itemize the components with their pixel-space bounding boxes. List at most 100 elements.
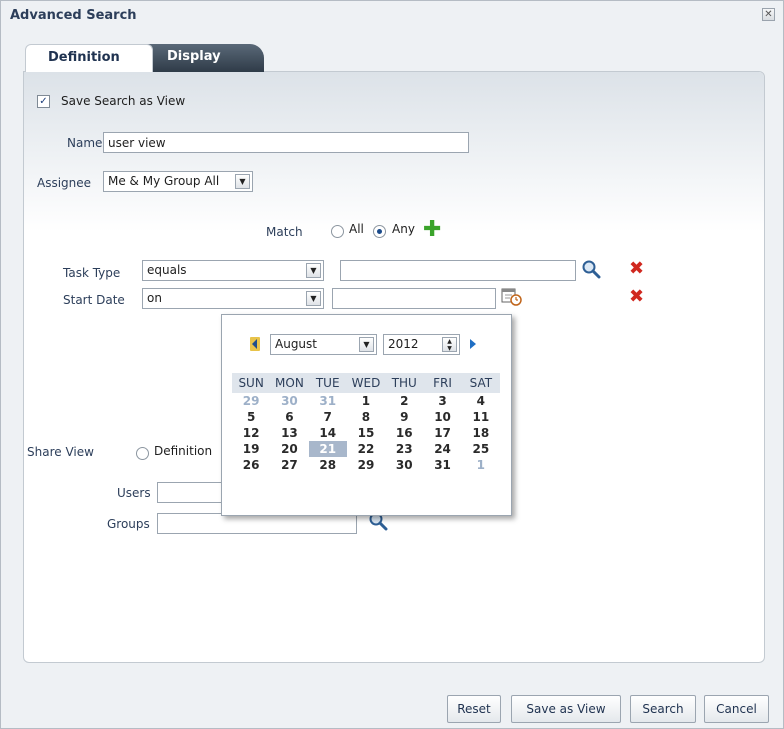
calendar-day[interactable]: 5 [232,409,270,425]
calendar-day[interactable]: 2 [385,393,423,409]
groups-input[interactable] [157,513,357,534]
match-all-radio[interactable] [331,225,344,238]
remove-condition-icon[interactable]: ✖ [629,260,644,278]
match-all-label: All [349,222,364,236]
calendar-day[interactable]: 19 [232,441,270,457]
search-button[interactable]: Search [630,695,696,723]
share-definition-radio[interactable] [136,447,149,460]
name-input[interactable] [103,132,469,153]
calendar-day[interactable]: 9 [385,409,423,425]
calendar-week-row: 26 27 28 29 30 31 1 [232,457,500,473]
calendar-day[interactable]: 1 [462,457,500,473]
calendar-day[interactable]: 12 [232,425,270,441]
dialog-title: Advanced Search [10,8,137,23]
date-picker-header: August ▼ 2012 ▲ ▼ [232,334,502,356]
calendar-day-selected[interactable]: 21 [308,441,347,457]
calendar-day[interactable]: 8 [347,409,385,425]
groups-label: Groups [107,517,150,531]
assignee-label: Assignee [37,176,92,190]
calendar-day[interactable]: 10 [423,409,461,425]
calendar-day[interactable]: 23 [385,441,423,457]
calendar-day[interactable]: 29 [347,457,385,473]
weekday-header: SAT [461,373,500,393]
calendar-day[interactable]: 31 [423,457,461,473]
start-date-operator-select[interactable]: on ▼ [142,288,324,309]
users-label: Users [117,486,151,500]
condition-field-label: Task Type [63,266,121,280]
calendar-day[interactable]: 28 [309,457,347,473]
search-icon[interactable] [581,259,601,282]
save-as-view-button[interactable]: Save as View [511,695,621,723]
year-value: 2012 [388,337,419,351]
weekday-header: THU [385,373,424,393]
calendar-day[interactable]: 4 [462,393,500,409]
assignee-value: Me & My Group All [108,174,220,188]
calendar-icon[interactable] [501,287,523,310]
chevron-down-icon: ▼ [306,263,321,278]
start-date-operator-value: on [147,291,162,305]
weekday-row: SUN MON TUE WED THU FRI SAT [232,373,500,393]
calendar-week-row: 5 6 7 8 9 10 11 [232,409,500,425]
calendar-day[interactable]: 24 [423,441,461,457]
start-date-value-input[interactable] [332,288,496,309]
calendar-day[interactable]: 26 [232,457,270,473]
weekday-header: MON [270,373,309,393]
match-any-label: Any [392,222,415,236]
year-spinner[interactable]: 2012 ▲ ▼ [383,334,460,355]
tab-definition[interactable]: Definition [25,44,153,72]
calendar-day[interactable]: 15 [347,425,385,441]
name-label: Name [67,136,103,150]
calendar-day[interactable]: 7 [309,409,347,425]
weekday-header: FRI [423,373,462,393]
save-as-view-checkbox[interactable]: ✓ [37,95,50,108]
calendar-day[interactable]: 30 [385,457,423,473]
next-month-icon[interactable] [468,337,478,354]
calendar-day[interactable]: 31 [309,393,347,409]
add-condition-icon[interactable]: ✚ [423,219,441,241]
chevron-down-icon: ▼ [359,337,374,352]
calendar-day[interactable]: 11 [462,409,500,425]
weekday-header: WED [346,373,386,393]
task-type-value-input[interactable] [340,260,576,281]
calendar-day[interactable]: 6 [270,409,308,425]
calendar-week-row: 19 20 21 22 23 24 25 [232,441,500,457]
condition-field-label: Start Date [63,293,125,307]
remove-condition-icon[interactable]: ✖ [629,288,644,306]
calendar-day[interactable]: 1 [347,393,385,409]
match-any-radio[interactable] [373,225,386,238]
calendar-day[interactable]: 20 [270,441,308,457]
calendar-day[interactable]: 3 [423,393,461,409]
calendar-grid: SUN MON TUE WED THU FRI SAT 29 30 31 1 2… [232,373,500,473]
spinner-arrows-icon[interactable]: ▲ ▼ [442,337,457,352]
calendar-day[interactable]: 14 [309,425,347,441]
calendar-day[interactable]: 13 [270,425,308,441]
chevron-down-icon: ▼ [306,291,321,306]
advanced-search-dialog: Advanced Search ✕ Display Definition ✓ S… [0,0,784,729]
task-type-operator-select[interactable]: equals ▼ [142,260,324,281]
assignee-select[interactable]: Me & My Group All ▼ [103,171,253,192]
chevron-down-icon: ▼ [235,174,250,189]
month-select[interactable]: August ▼ [270,334,377,355]
calendar-day[interactable]: 30 [270,393,308,409]
previous-month-icon[interactable] [250,337,260,354]
calendar-day[interactable]: 27 [270,457,308,473]
tab-display[interactable]: Display [142,44,264,72]
calendar-day[interactable]: 25 [462,441,500,457]
weekday-header: SUN [232,373,271,393]
cancel-button[interactable]: Cancel [704,695,769,723]
share-definition-label: Definition [154,444,213,458]
calendar-week-row: 12 13 14 15 16 17 18 [232,425,500,441]
calendar-day[interactable]: 18 [462,425,500,441]
calendar-day[interactable]: 29 [232,393,270,409]
calendar-week-row: 29 30 31 1 2 3 4 [232,393,500,409]
save-as-view-label: Save Search as View [61,94,186,108]
close-icon[interactable]: ✕ [762,8,775,21]
calendar-day[interactable]: 16 [385,425,423,441]
match-label: Match [266,225,303,239]
calendar-day[interactable]: 22 [347,441,385,457]
date-picker-popup: August ▼ 2012 ▲ ▼ SUN MON TUE WED THU FRI [221,314,512,516]
weekday-header: TUE [308,373,347,393]
reset-button[interactable]: Reset [447,695,501,723]
task-type-operator-value: equals [147,263,187,277]
calendar-day[interactable]: 17 [423,425,461,441]
